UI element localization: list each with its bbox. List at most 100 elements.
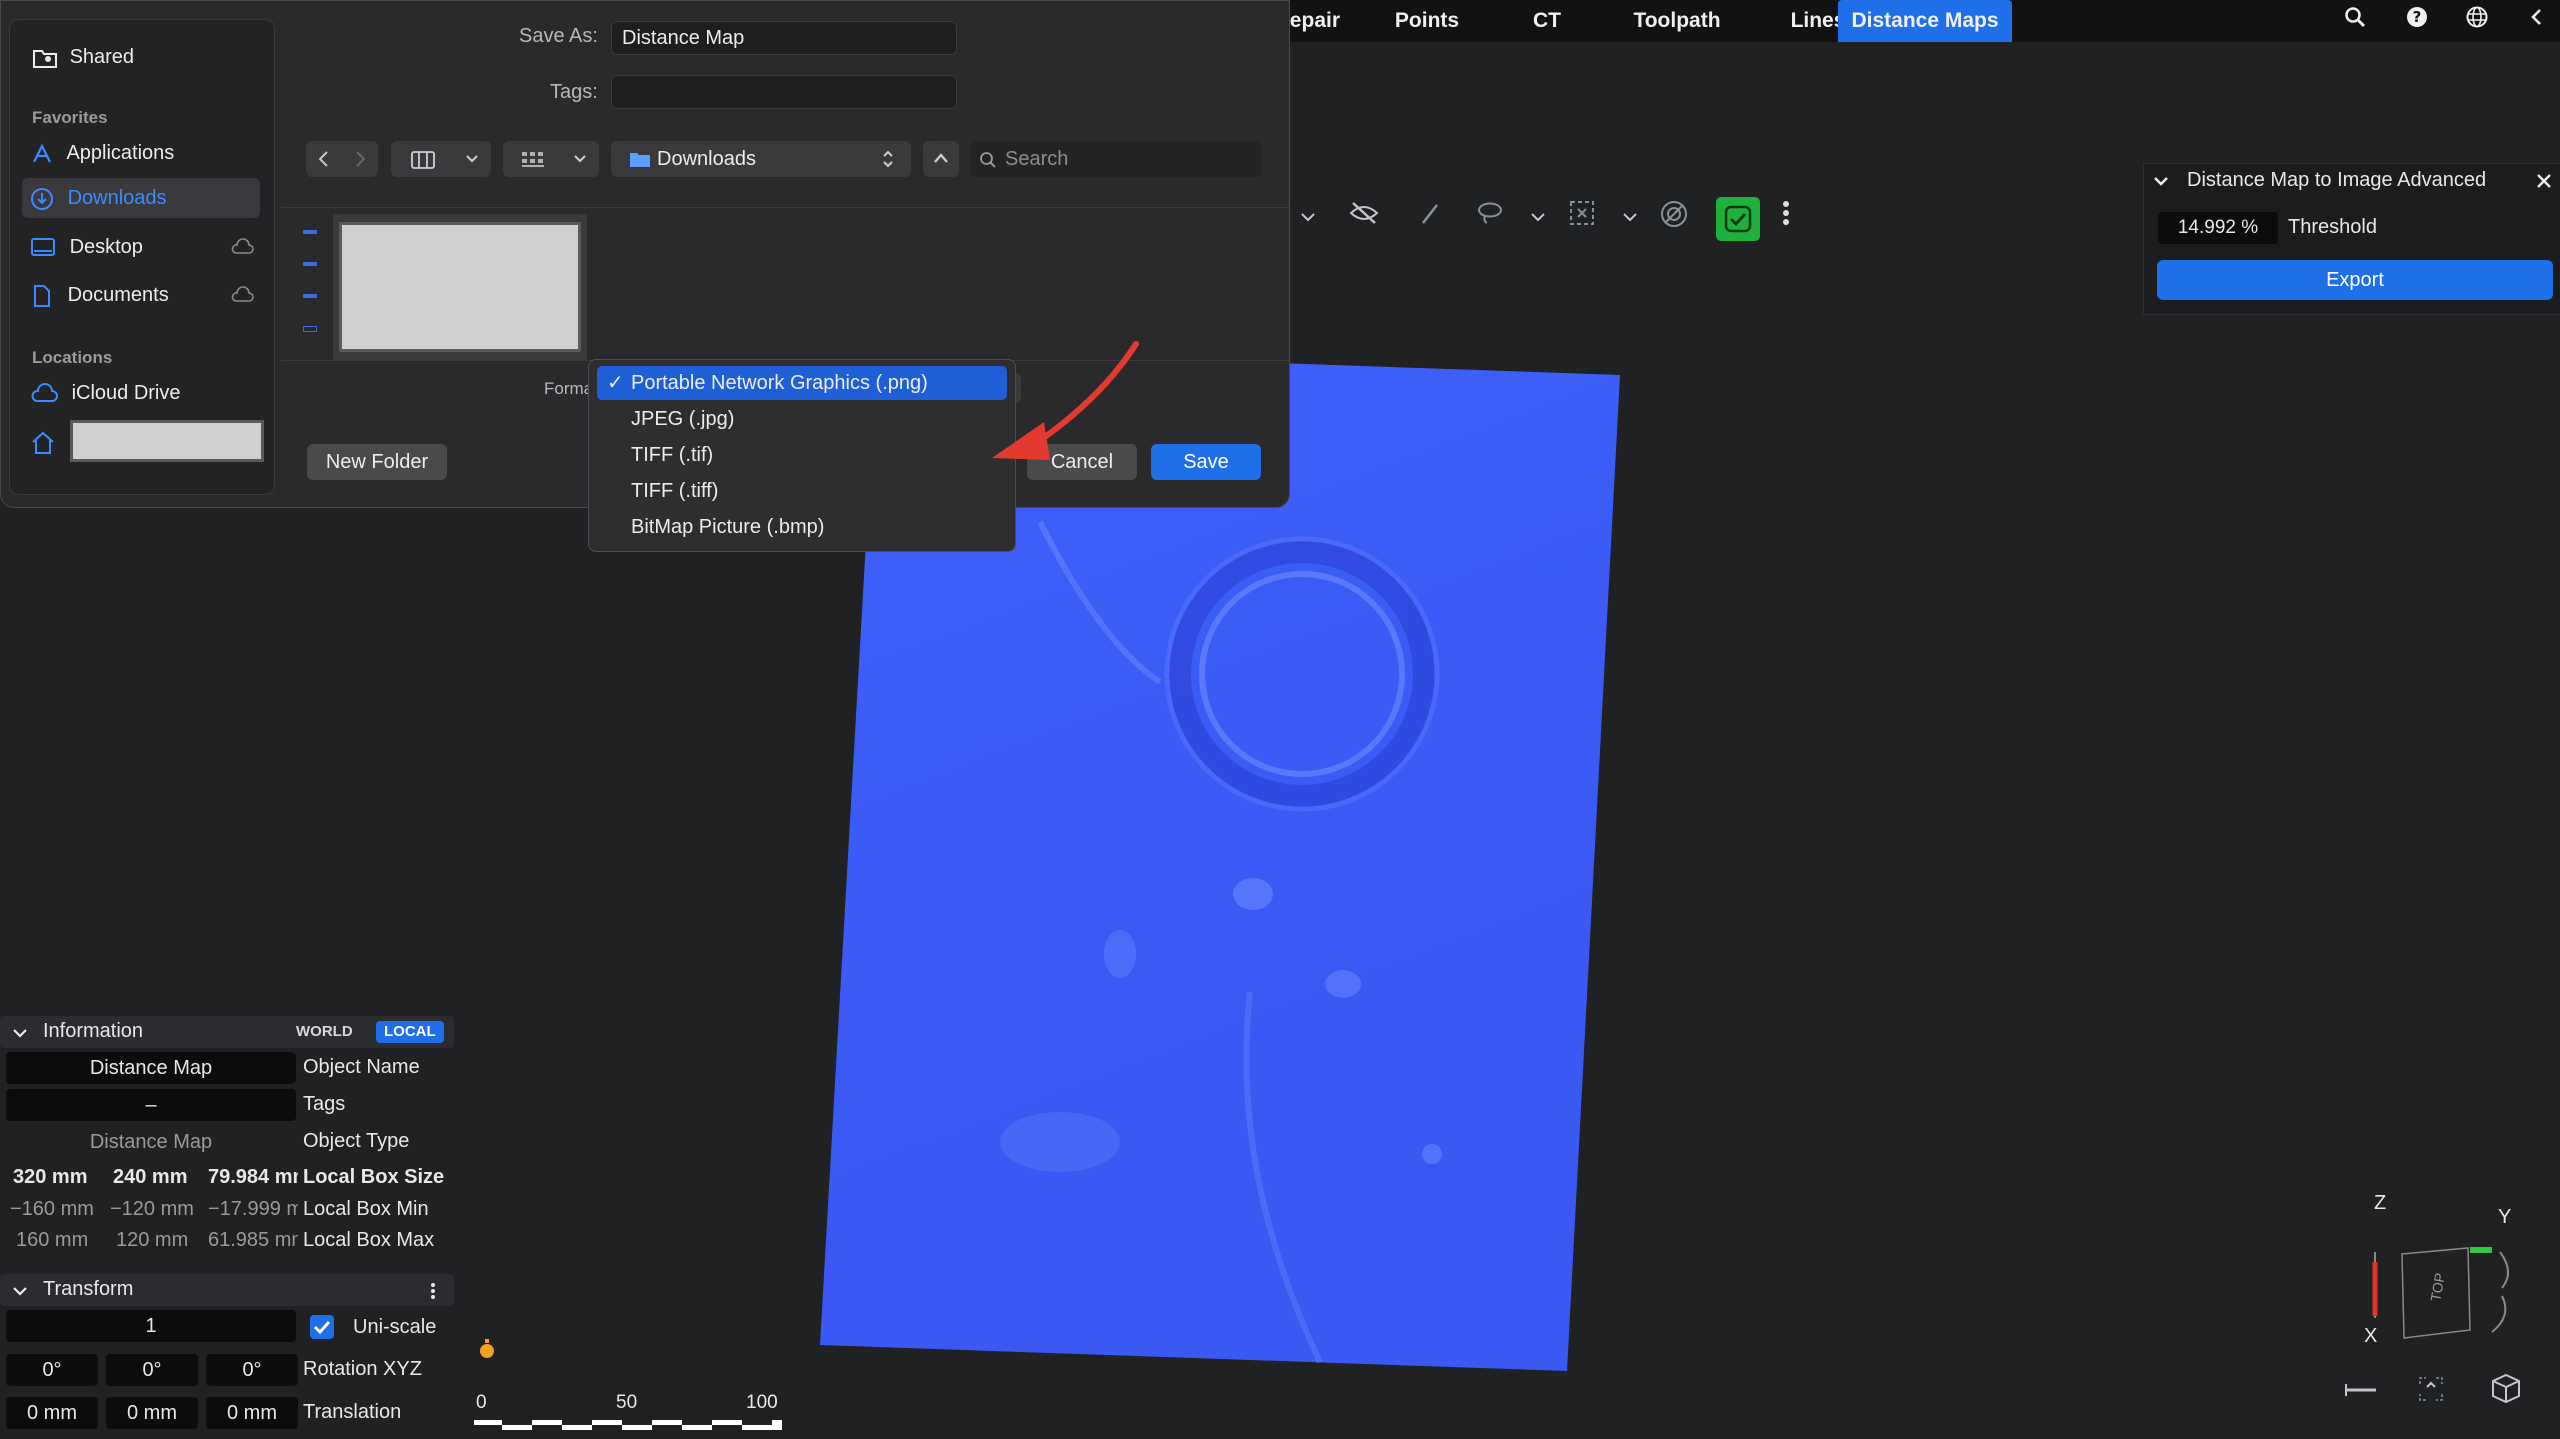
- measure-icon[interactable]: [2344, 1380, 2378, 1406]
- help-icon[interactable]: ?: [2402, 6, 2432, 36]
- cloud-icon: [231, 286, 254, 302]
- group-by-dropdown[interactable]: [503, 141, 599, 177]
- box-size-y: 240 mm: [113, 1166, 188, 1188]
- panel-title: Distance Map to Image Advanced: [2187, 169, 2487, 191]
- tags-input[interactable]: [611, 75, 957, 109]
- transform-section-header[interactable]: Transform: [0, 1274, 454, 1306]
- brush-icon[interactable]: [1412, 200, 1448, 236]
- menu-item-png[interactable]: ✓ Portable Network Graphics (.png): [597, 366, 1007, 400]
- menu-item-tif[interactable]: TIFF (.tif): [597, 438, 1007, 472]
- save-button[interactable]: Save: [1151, 444, 1261, 480]
- translation-z-input[interactable]: 0 mm: [206, 1397, 298, 1429]
- threshold-input[interactable]: 14.992 %: [2158, 212, 2278, 244]
- more-vertical-icon[interactable]: [1768, 200, 1804, 236]
- more-vertical-icon[interactable]: [430, 1282, 436, 1300]
- sidebar-item-documents[interactable]: Documents: [30, 275, 260, 315]
- deselect-icon[interactable]: [1656, 200, 1692, 236]
- save-as-input[interactable]: Distance Map: [611, 21, 957, 55]
- search-icon[interactable]: [2340, 6, 2370, 36]
- checkmark-icon: ✓: [607, 372, 624, 394]
- save-as-label: Save As:: [519, 25, 598, 47]
- chevron-down-icon[interactable]: [1520, 200, 1556, 236]
- menu-item-jpeg[interactable]: JPEG (.jpg): [597, 402, 1007, 436]
- rotation-z-input[interactable]: 0°: [206, 1354, 298, 1386]
- timer-icon[interactable]: [478, 1338, 496, 1366]
- box-max-y: 120 mm: [116, 1229, 189, 1251]
- chevron-left-icon[interactable]: [2522, 6, 2552, 36]
- chevron-down-icon[interactable]: [2152, 172, 2170, 196]
- export-button[interactable]: Export: [2157, 260, 2553, 300]
- home-folder-name-redacted: [70, 420, 264, 462]
- tab-repair[interactable]: Repair: [1290, 0, 1340, 42]
- globe-icon[interactable]: [2462, 6, 2492, 36]
- desktop-icon: [31, 237, 55, 256]
- folder-icon: [630, 153, 650, 167]
- annotation-arrow: [992, 341, 1139, 460]
- translation-y-input[interactable]: 0 mm: [106, 1397, 198, 1429]
- tab-distance-maps[interactable]: Distance Maps: [1838, 0, 2012, 42]
- chevron-up-icon: [934, 153, 948, 163]
- scale-input[interactable]: 1: [6, 1310, 296, 1342]
- chevron-down-icon[interactable]: [12, 1283, 28, 1299]
- tags-field[interactable]: –: [6, 1089, 296, 1121]
- world-toggle[interactable]: WORLD: [290, 1021, 359, 1043]
- y-axis-label: Y: [2498, 1206, 2512, 1228]
- tab-points[interactable]: Points: [1372, 0, 1482, 42]
- box-select-icon[interactable]: [1564, 200, 1600, 236]
- columns-view-icon: [411, 151, 435, 169]
- information-title: Information: [43, 1020, 144, 1042]
- sidebar-item-desktop[interactable]: Desktop: [30, 227, 260, 267]
- fit-view-icon[interactable]: [2416, 1374, 2446, 1410]
- chevron-down-icon: [574, 155, 586, 163]
- tab-toolpath[interactable]: Toolpath: [1602, 0, 1752, 42]
- information-section-header[interactable]: Information WORLD LOCAL: [0, 1016, 454, 1048]
- view-mode-dropdown[interactable]: [391, 141, 491, 177]
- confirm-check-icon[interactable]: [1716, 197, 1760, 241]
- file-preview-redacted: [339, 222, 581, 352]
- translation-x-input[interactable]: 0 mm: [6, 1397, 98, 1429]
- expand-collapse-button[interactable]: [923, 141, 959, 177]
- properties-panel: Information WORLD LOCAL Distance Map Obj…: [0, 510, 460, 1439]
- rotation-label: Rotation XYZ: [303, 1358, 422, 1380]
- shared-folder-icon: [33, 49, 57, 68]
- downloads-icon: [31, 187, 53, 210]
- local-toggle[interactable]: LOCAL: [376, 1021, 444, 1043]
- axis-orientation-gizmo[interactable]: TOP: [2340, 1192, 2520, 1402]
- sidebar-item-downloads[interactable]: Downloads: [22, 178, 260, 218]
- chevron-down-icon[interactable]: [12, 1025, 28, 1041]
- menu-item-tiff[interactable]: TIFF (.tiff): [597, 474, 1007, 508]
- rotation-x-input[interactable]: 0°: [6, 1354, 98, 1386]
- menu-item-bmp[interactable]: BitMap Picture (.bmp): [597, 510, 1007, 544]
- view-cube-icon[interactable]: [2490, 1372, 2522, 1410]
- new-folder-button[interactable]: New Folder: [307, 444, 447, 480]
- sidebar-item-icloud-drive[interactable]: iCloud Drive: [30, 373, 260, 413]
- box-max-x: 160 mm: [16, 1229, 89, 1251]
- chevron-down-icon: [466, 155, 478, 163]
- sidebar-item-shared[interactable]: Shared: [32, 37, 134, 77]
- object-name-field[interactable]: Distance Map: [6, 1052, 296, 1084]
- search-field[interactable]: Search: [971, 141, 1261, 177]
- sidebar-item-applications[interactable]: Applications: [30, 133, 260, 173]
- close-icon[interactable]: [2536, 172, 2552, 195]
- format-menu: ✓ Portable Network Graphics (.png) JPEG …: [588, 359, 1016, 552]
- location-dropdown[interactable]: Downloads: [611, 141, 911, 177]
- scale-tick-label: 0: [476, 1392, 487, 1413]
- back-forward-group: [306, 141, 378, 177]
- tab-ct[interactable]: CT: [1512, 0, 1582, 42]
- chevron-down-icon[interactable]: [1612, 200, 1648, 236]
- search-icon: [980, 152, 996, 168]
- sidebar-item-home[interactable]: [30, 420, 270, 462]
- chevron-left-icon[interactable]: [316, 150, 332, 168]
- box-size-x: 320 mm: [13, 1166, 88, 1188]
- scale-bar: 0 50 100: [470, 1392, 790, 1432]
- finder-sidebar: Shared Favorites Applications Downloads …: [9, 19, 275, 495]
- chevron-right-icon[interactable]: [352, 150, 368, 168]
- local-box-size-label: Local Box Size: [303, 1166, 445, 1188]
- chevron-down-icon[interactable]: [1290, 200, 1326, 236]
- local-box-min-label: Local Box Min: [303, 1198, 429, 1220]
- rotation-y-input[interactable]: 0°: [106, 1354, 198, 1386]
- box-size-z: 79.984 mm: [208, 1166, 298, 1188]
- hide-eye-icon[interactable]: [1346, 200, 1382, 236]
- lasso-icon[interactable]: [1472, 200, 1508, 236]
- uniscale-checkbox[interactable]: [310, 1315, 334, 1339]
